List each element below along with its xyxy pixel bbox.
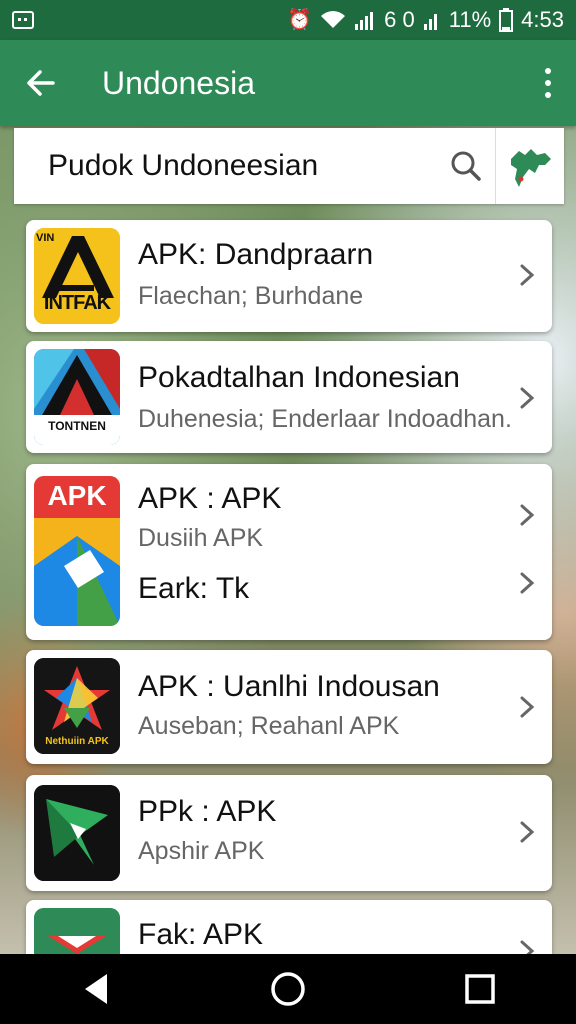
app-subtitle: Apshir APK — [138, 837, 265, 865]
icon-caption: VIN — [36, 232, 55, 244]
wifi-icon — [321, 11, 346, 28]
app-icon — [34, 908, 120, 954]
nav-back-button[interactable] — [56, 954, 136, 1024]
app-bar: Undonesia — [0, 40, 576, 126]
square-recents-icon — [465, 974, 495, 1004]
page-title: Undonesia — [102, 64, 255, 101]
search-input[interactable] — [14, 127, 436, 205]
triangle-back-icon — [85, 974, 107, 1004]
app-icon — [34, 785, 120, 881]
app-title: PPk : APK — [138, 795, 277, 828]
nav-home-button[interactable] — [248, 954, 328, 1024]
app-title: APK: Dandpraarn — [138, 238, 374, 271]
list-item[interactable]: Fak: APK — [26, 900, 552, 962]
navigation-bar — [0, 954, 576, 1024]
chevron-right-icon — [520, 387, 535, 409]
search-icon — [451, 151, 481, 181]
chevron-right-icon — [520, 264, 535, 286]
app-title: Fak: APK — [138, 918, 264, 951]
signal-icon — [355, 12, 374, 30]
chevron-right-icon — [520, 572, 535, 594]
app-title: APK : APK — [138, 482, 282, 515]
triangle-logo-icon — [34, 908, 120, 954]
chevron-right-icon — [520, 821, 535, 843]
app-subtitle: Dusiih APK — [138, 524, 264, 552]
alarm-icon: ⏰ — [287, 9, 313, 31]
overflow-menu-button[interactable] — [520, 40, 576, 126]
app-icon: APK — [34, 476, 120, 626]
dot — [545, 80, 551, 86]
app-subtitle: Flaechan; Burhdane — [138, 282, 364, 310]
list-item[interactable]: VIN INTFAK APK: Dandpraarn Flaechan; Bur… — [26, 220, 552, 332]
green-arrow-logo-icon — [34, 785, 120, 881]
nav-recents-button[interactable] — [440, 954, 520, 1024]
app-icon: Nethuiin APK — [34, 658, 120, 754]
icon-caption: INTFAK — [43, 292, 111, 314]
search-button[interactable] — [436, 128, 495, 204]
icon-caption: APK — [47, 480, 107, 511]
dot — [545, 92, 551, 98]
notification-app-icon — [12, 11, 34, 29]
back-button[interactable] — [0, 40, 80, 126]
arrow-back-icon — [27, 70, 55, 96]
app-title: APK : Uanlhi Indousan — [138, 670, 440, 703]
app-icon: VIN INTFAK — [34, 228, 120, 324]
app-title: Pokadtalhan Indonesian — [138, 361, 460, 394]
list-item[interactable]: TONTNEN Pokadtalhan Indonesian Duhenesia… — [26, 341, 552, 453]
signal-icon-secondary — [423, 14, 437, 30]
search-bar — [14, 127, 564, 205]
app-subtitle: Auseban; Reahanl APK — [138, 712, 400, 740]
icon-caption: TONTNEN — [48, 419, 106, 433]
list-item[interactable]: APK APK : APK Dusiih APK Eark: Tk — [26, 464, 552, 640]
circle-home-icon — [271, 972, 305, 1006]
app-icon: TONTNEN — [34, 349, 120, 445]
app-title-secondary: Eark: Tk — [138, 572, 250, 605]
icon-caption: Nethuiin APK — [45, 736, 109, 747]
dot — [545, 68, 551, 74]
map-button[interactable] — [495, 128, 564, 204]
chevron-right-icon — [520, 504, 535, 526]
list-item[interactable]: Nethuiin APK APK : Uanlhi Indousan Auseb… — [26, 650, 552, 764]
battery-percent: 11% — [448, 7, 492, 32]
indonesia-map-icon — [511, 149, 552, 187]
app-subtitle: Duhenesia; Enderlaar Indoadhan. — [138, 405, 512, 433]
network-label: 6 0 — [384, 7, 415, 32]
battery-icon — [499, 8, 514, 32]
status-bar: ⏰ 6 0 11% 4:53 — [0, 0, 576, 40]
list-item[interactable]: PPk : APK Apshir APK — [26, 775, 552, 891]
clock: 4:53 — [521, 7, 564, 32]
chevron-right-icon — [520, 696, 535, 718]
